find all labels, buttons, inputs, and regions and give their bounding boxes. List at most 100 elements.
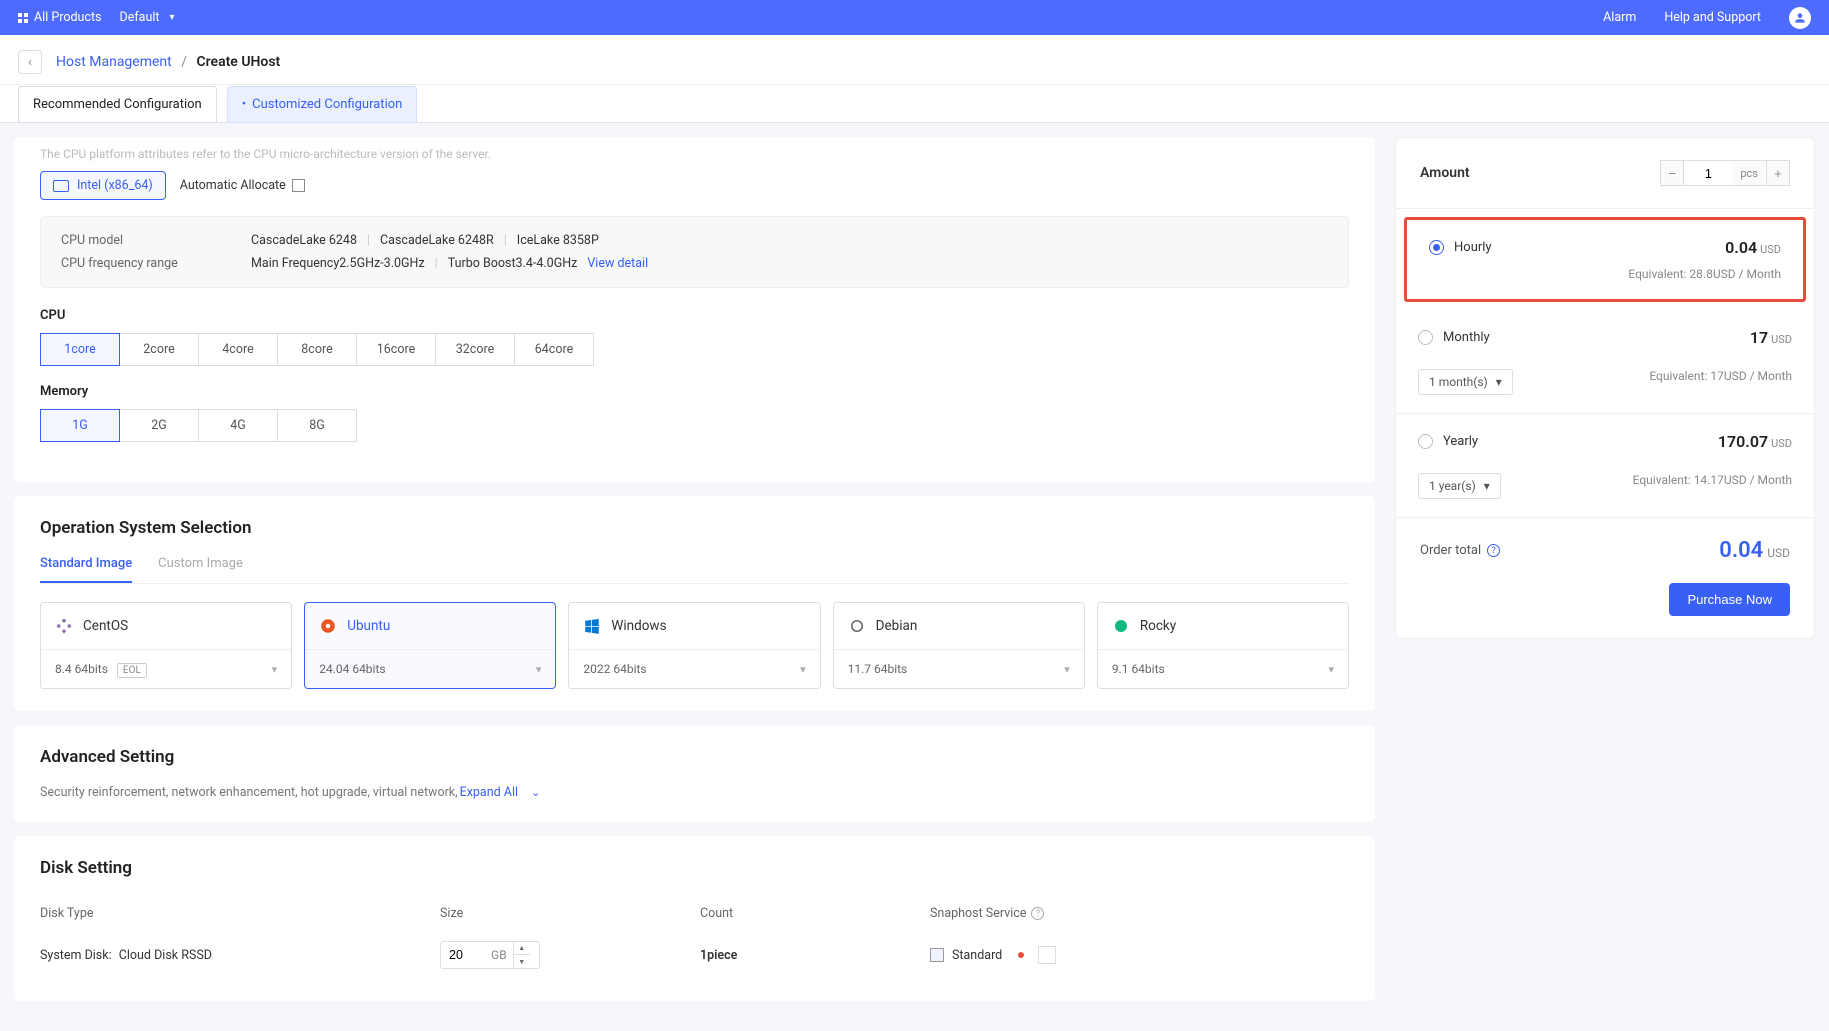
purchase-button[interactable]: Purchase Now	[1669, 583, 1790, 616]
disk-size-down[interactable]: ▼	[514, 955, 530, 968]
os-centos[interactable]: CentOS 8.4 64bits EOL ▾	[40, 602, 292, 689]
cpu-opt-32core[interactable]: 32core	[435, 333, 515, 366]
tab-recommended[interactable]: Recommended Configuration	[18, 86, 217, 123]
avatar[interactable]	[1789, 7, 1811, 29]
disk-size-field[interactable]	[441, 942, 485, 968]
ubuntu-icon	[319, 617, 337, 635]
amount-minus[interactable]: −	[1660, 160, 1684, 186]
alarm-link[interactable]: Alarm	[1603, 10, 1636, 25]
config-tabs: Recommended Configuration Customized Con…	[0, 85, 1829, 123]
disk-row-system: System Disk: Cloud Disk RSSD GB ▲ ▼ 1pie…	[40, 931, 1349, 979]
os-rocky[interactable]: Rocky 9.1 64bits ▾	[1097, 602, 1349, 689]
cpu-opt-4core[interactable]: 4core	[198, 333, 278, 366]
amount-stepper: − pcs +	[1660, 160, 1790, 186]
cpu-model-2: IceLake 8358P	[517, 233, 599, 248]
billing-monthly[interactable]: Monthly 17USD 1 month(s) ▾ Equivalent: 1…	[1396, 310, 1814, 414]
yearly-duration-select[interactable]: 1 year(s) ▾	[1418, 473, 1501, 499]
chevron-down-icon: ▾	[1484, 479, 1490, 493]
os-debian-name: Debian	[876, 618, 918, 634]
radio-yearly[interactable]	[1418, 434, 1433, 449]
monthly-equiv: Equivalent: 17USD / Month	[1649, 369, 1792, 383]
disk-card: Disk Setting Disk Type Size Count Snapho…	[14, 836, 1375, 1001]
disk-title: Disk Setting	[40, 858, 1349, 878]
os-debian-ver: 11.7 64bits	[848, 662, 908, 676]
os-windows-ver: 2022 64bits	[583, 662, 646, 676]
os-ubuntu[interactable]: Ubuntu 24.04 64bits ▾	[304, 602, 556, 689]
cpu-opt-16core[interactable]: 16core	[356, 333, 436, 366]
amount-unit: pcs	[1732, 160, 1766, 186]
centos-icon	[55, 617, 73, 635]
view-detail-link[interactable]: View detail	[587, 256, 648, 271]
chevron-down-icon: ▾	[1328, 663, 1334, 676]
cpu-platform-intel[interactable]: Intel (x86_64)	[40, 171, 166, 200]
help-link[interactable]: Help and Support	[1664, 10, 1761, 25]
billing-hourly[interactable]: Hourly 0.04USD Equivalent: 28.8USD / Mon…	[1404, 217, 1806, 302]
os-centos-ver: 8.4 64bits	[55, 662, 108, 676]
disk-head-type: Disk Type	[40, 906, 440, 921]
cpu-opt-2core[interactable]: 2core	[119, 333, 199, 366]
double-chevron-down-icon: ⌄	[531, 786, 540, 799]
breadcrumb-create: Create UHost	[196, 54, 280, 70]
os-debian[interactable]: Debian 11.7 64bits ▾	[833, 602, 1085, 689]
info-icon[interactable]: ?	[1487, 544, 1500, 557]
memory-label: Memory	[40, 384, 1349, 399]
advanced-title: Advanced Setting	[40, 747, 1349, 767]
back-button[interactable]: ‹	[18, 50, 42, 74]
breadcrumb-row: ‹ Host Management / Create UHost	[0, 35, 1829, 85]
cpu-main-freq: Main Frequency2.5GHz-3.0GHz	[251, 256, 425, 271]
cpu-options: 1core 2core 4core 8core 16core 32core 64…	[40, 333, 1349, 366]
breadcrumb-host-mgmt[interactable]: Host Management	[56, 54, 172, 70]
yearly-equiv: Equivalent: 14.17USD / Month	[1633, 473, 1792, 487]
os-card: Operation System Selection Standard Imag…	[14, 496, 1375, 711]
disk-count: 1piece	[700, 948, 737, 963]
expand-all-link[interactable]: Expand All	[460, 785, 518, 800]
monthly-cur: USD	[1771, 333, 1792, 346]
auto-allocate[interactable]: Automatic Allocate	[180, 178, 305, 193]
tab-customized[interactable]: Customized Configuration	[227, 86, 418, 123]
cpu-opt-1core[interactable]: 1core	[40, 333, 120, 366]
mem-opt-8g[interactable]: 8G	[277, 409, 357, 442]
cpu-model-1: CascadeLake 6248R	[380, 233, 494, 248]
radio-hourly[interactable]	[1429, 240, 1444, 255]
cpu-model-label: CPU model	[61, 233, 211, 248]
snapshot-extra-box[interactable]	[1038, 946, 1056, 964]
pricing-sidebar: Amount − pcs + Hourly 0.04USD Equivalent…	[1395, 137, 1815, 639]
breadcrumb: Host Management / Create UHost	[56, 54, 280, 70]
os-rocky-ver: 9.1 64bits	[1112, 662, 1165, 676]
monthly-duration-select[interactable]: 1 month(s) ▾	[1418, 369, 1513, 395]
billing-yearly[interactable]: Yearly 170.07USD 1 year(s) ▾ Equivalent:…	[1396, 414, 1814, 517]
snapshot-icon	[930, 948, 944, 962]
mem-opt-1g[interactable]: 1G	[40, 409, 120, 442]
region-select[interactable]: Default	[120, 10, 175, 25]
cpu-label: CPU	[40, 308, 1349, 323]
mem-opt-2g[interactable]: 2G	[119, 409, 199, 442]
order-total-price: 0.04	[1719, 538, 1763, 563]
all-products-menu[interactable]: All Products	[18, 10, 102, 25]
amount-plus[interactable]: +	[1766, 160, 1790, 186]
subtab-custom[interactable]: Custom Image	[158, 556, 243, 583]
cpu-opt-8core[interactable]: 8core	[277, 333, 357, 366]
disk-size-input[interactable]: GB ▲ ▼	[440, 941, 540, 969]
cpu-opt-64core[interactable]: 64core	[514, 333, 594, 366]
yearly-price: 170.07	[1718, 432, 1768, 451]
cpu-turbo: Turbo Boost3.4-4.0GHz	[448, 256, 578, 271]
disk-head-size: Size	[440, 906, 700, 921]
amount-input[interactable]	[1684, 160, 1732, 186]
os-windows-name: Windows	[611, 618, 666, 634]
snapshot-value: Standard	[952, 948, 1002, 963]
cpu-info-panel: CPU model CascadeLake 6248 | CascadeLake…	[40, 216, 1349, 288]
os-windows[interactable]: Windows 2022 64bits ▾	[568, 602, 820, 689]
subtab-standard[interactable]: Standard Image	[40, 556, 132, 583]
disk-size-up[interactable]: ▲	[514, 942, 530, 955]
os-centos-name: CentOS	[83, 618, 128, 634]
info-icon[interactable]: ?	[1031, 907, 1044, 920]
memory-options: 1G 2G 4G 8G	[40, 409, 1349, 442]
mem-opt-4g[interactable]: 4G	[198, 409, 278, 442]
order-total-cur: USD	[1767, 546, 1790, 560]
chevron-down-icon: ▾	[1496, 375, 1502, 389]
radio-monthly[interactable]	[1418, 330, 1433, 345]
chevron-down-icon: ▾	[536, 663, 542, 676]
chevron-down-icon: ▾	[1064, 663, 1070, 676]
yearly-label: Yearly	[1443, 434, 1478, 449]
os-ubuntu-name: Ubuntu	[347, 618, 390, 634]
